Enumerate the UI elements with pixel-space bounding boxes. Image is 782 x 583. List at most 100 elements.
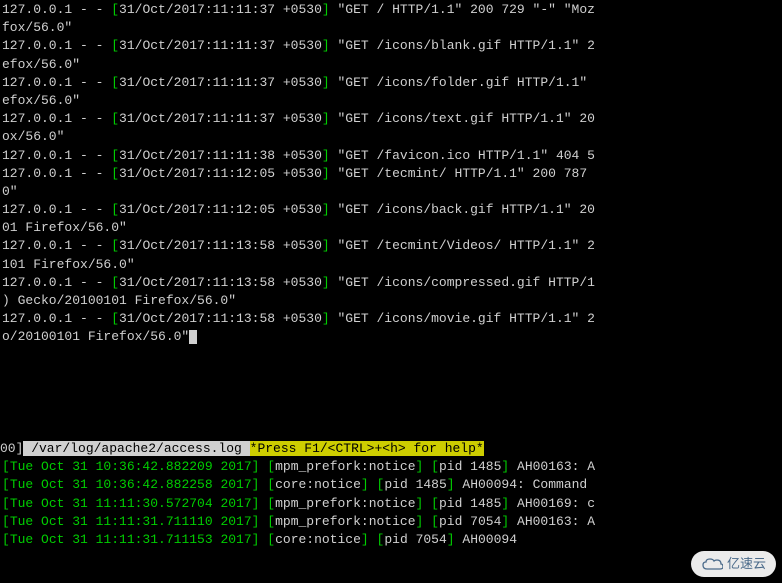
error-log-line: [Tue Oct 31 11:11:30.572704 2017] [mpm_p… [2, 495, 780, 513]
status-bar: 00] /var/log/apache2/access.log *Press F… [0, 440, 782, 458]
status-file-path: /var/log/apache2/access.log [23, 441, 249, 456]
err-module: mpm_prefork:notice [275, 496, 415, 511]
err-pid: pid 1485 [439, 496, 501, 511]
close-bracket: ] [322, 111, 330, 126]
request-text: "GET /tecmint/Videos/ HTTP/1.1" 2 [330, 238, 595, 253]
access-log-continuation: ox/56.0" [2, 128, 780, 146]
access-log-continuation: ) Gecko/20100101 Firefox/56.0" [2, 292, 780, 310]
open-bracket: [ [111, 75, 119, 90]
close-bracket: ] [322, 38, 330, 53]
open-bracket: [ [111, 275, 119, 290]
client-ip: 127.0.0.1 [2, 275, 72, 290]
err-timestamp: Tue Oct 31 10:36:42.882258 2017 [10, 477, 252, 492]
open-bracket: [ [111, 111, 119, 126]
request-text: "GET / HTTP/1.1" 200 729 "-" "Moz [330, 2, 595, 17]
err-timestamp: Tue Oct 31 10:36:42.882209 2017 [10, 459, 252, 474]
close-bracket: ] [322, 148, 330, 163]
err-timestamp: Tue Oct 31 11:11:31.711153 2017 [10, 532, 252, 547]
access-log-continuation: 0" [2, 183, 780, 201]
status-prefix: 00] [0, 441, 23, 456]
access-log-line: 127.0.0.1 - - [31/Oct/2017:11:13:58 +053… [2, 274, 780, 292]
error-log-line: [Tue Oct 31 11:11:31.711153 2017] [core:… [2, 531, 780, 549]
err-pid: pid 1485 [384, 477, 446, 492]
access-log-pane[interactable]: 127.0.0.1 - - [31/Oct/2017:11:11:37 +053… [0, 0, 782, 440]
client-ip: 127.0.0.1 [2, 2, 72, 17]
request-text: "GET /icons/compressed.gif HTTP/1 [330, 275, 595, 290]
timestamp: 31/Oct/2017:11:11:37 +0530 [119, 38, 322, 53]
status-help-hint: *Press F1/<CTRL>+<h> for help* [250, 441, 484, 456]
timestamp: 31/Oct/2017:11:11:37 +0530 [119, 2, 322, 17]
access-log-continuation: efox/56.0" [2, 56, 780, 74]
access-log-line: 127.0.0.1 - - [31/Oct/2017:11:12:05 +053… [2, 165, 780, 183]
access-log-line: 127.0.0.1 - - [31/Oct/2017:11:11:37 +053… [2, 110, 780, 128]
err-pid: pid 7054 [384, 532, 446, 547]
access-log-continuation: o/20100101 Firefox/56.0" [2, 328, 780, 346]
access-log-continuation: 01 Firefox/56.0" [2, 219, 780, 237]
timestamp: 31/Oct/2017:11:11:37 +0530 [119, 111, 322, 126]
err-code: AH00094: Command [462, 477, 595, 492]
close-bracket: ] [322, 238, 330, 253]
close-bracket: ] [322, 275, 330, 290]
timestamp: 31/Oct/2017:11:11:38 +0530 [119, 148, 322, 163]
access-log-line: 127.0.0.1 - - [31/Oct/2017:11:11:38 +053… [2, 147, 780, 165]
client-ip: 127.0.0.1 [2, 75, 72, 90]
close-bracket: ] [322, 202, 330, 217]
watermark-text: 亿速云 [727, 555, 766, 573]
err-module: core:notice [275, 532, 361, 547]
cloud-icon [701, 557, 723, 571]
close-bracket: ] [322, 75, 330, 90]
access-log-line: 127.0.0.1 - - [31/Oct/2017:11:11:37 +053… [2, 74, 780, 92]
open-bracket: [ [111, 38, 119, 53]
access-log-continuation: 101 Firefox/56.0" [2, 256, 780, 274]
access-log-continuation: fox/56.0" [2, 19, 780, 37]
access-log-line: 127.0.0.1 - - [31/Oct/2017:11:12:05 +053… [2, 201, 780, 219]
watermark-badge: 亿速云 [691, 551, 776, 577]
client-ip: 127.0.0.1 [2, 111, 72, 126]
client-ip: 127.0.0.1 [2, 38, 72, 53]
err-code: AH00163: A [517, 459, 595, 474]
open-bracket: [ [111, 202, 119, 217]
open-bracket: [ [111, 148, 119, 163]
timestamp: 31/Oct/2017:11:12:05 +0530 [119, 166, 322, 181]
err-code: AH00094 [462, 532, 571, 547]
err-module: mpm_prefork:notice [275, 459, 415, 474]
client-ip: 127.0.0.1 [2, 148, 72, 163]
client-ip: 127.0.0.1 [2, 238, 72, 253]
access-log-continuation: efox/56.0" [2, 92, 780, 110]
request-text: "GET /icons/text.gif HTTP/1.1" 20 [330, 111, 595, 126]
access-log-line: 127.0.0.1 - - [31/Oct/2017:11:13:58 +053… [2, 310, 780, 328]
access-log-line: 127.0.0.1 - - [31/Oct/2017:11:11:37 +053… [2, 37, 780, 55]
error-log-line: [Tue Oct 31 10:36:42.882209 2017] [mpm_p… [2, 458, 780, 476]
client-ip: 127.0.0.1 [2, 311, 72, 326]
client-ip: 127.0.0.1 [2, 166, 72, 181]
open-bracket: [ [111, 2, 119, 17]
request-text: "GET /icons/folder.gif HTTP/1.1" [330, 75, 595, 90]
timestamp: 31/Oct/2017:11:13:58 +0530 [119, 311, 322, 326]
error-log-line: [Tue Oct 31 10:36:42.882258 2017] [core:… [2, 476, 780, 494]
err-module: core:notice [275, 477, 361, 492]
open-bracket: [ [111, 311, 119, 326]
access-log-line: 127.0.0.1 - - [31/Oct/2017:11:13:58 +053… [2, 237, 780, 255]
error-log-line: [Tue Oct 31 11:11:31.711110 2017] [mpm_p… [2, 513, 780, 531]
err-timestamp: Tue Oct 31 11:11:30.572704 2017 [10, 496, 252, 511]
err-timestamp: Tue Oct 31 11:11:31.711110 2017 [10, 514, 252, 529]
timestamp: 31/Oct/2017:11:13:58 +0530 [119, 238, 322, 253]
error-log-pane[interactable]: [Tue Oct 31 10:36:42.882209 2017] [mpm_p… [0, 458, 782, 549]
open-bracket: [ [111, 166, 119, 181]
request-text: "GET /favicon.ico HTTP/1.1" 404 5 [330, 148, 595, 163]
client-ip: 127.0.0.1 [2, 202, 72, 217]
timestamp: 31/Oct/2017:11:12:05 +0530 [119, 202, 322, 217]
err-module: mpm_prefork:notice [275, 514, 415, 529]
timestamp: 31/Oct/2017:11:11:37 +0530 [119, 75, 322, 90]
err-pid: pid 7054 [439, 514, 501, 529]
request-text: "GET /icons/blank.gif HTTP/1.1" 2 [330, 38, 595, 53]
close-bracket: ] [322, 311, 330, 326]
timestamp: 31/Oct/2017:11:13:58 +0530 [119, 275, 322, 290]
close-bracket: ] [322, 2, 330, 17]
cursor [189, 330, 197, 344]
request-text: "GET /icons/back.gif HTTP/1.1" 20 [330, 202, 595, 217]
open-bracket: [ [111, 238, 119, 253]
close-bracket: ] [322, 166, 330, 181]
access-log-line: 127.0.0.1 - - [31/Oct/2017:11:11:37 +053… [2, 1, 780, 19]
err-code: AH00163: A [517, 514, 595, 529]
